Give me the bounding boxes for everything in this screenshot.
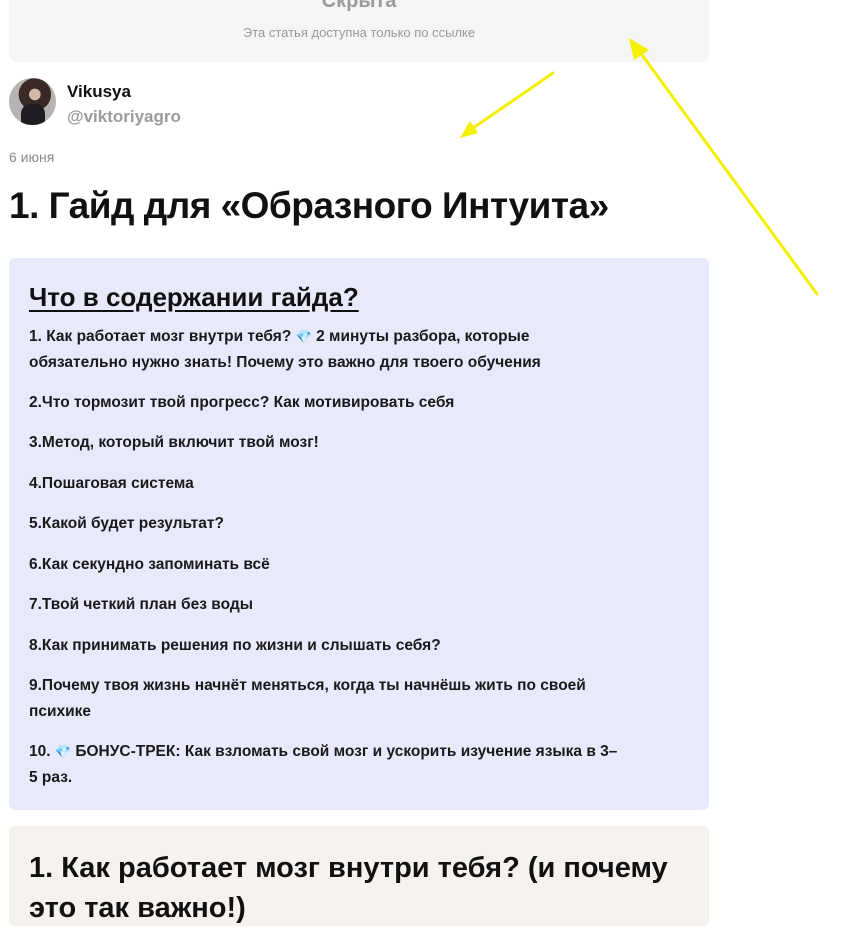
annotation-arrow-up bbox=[632, 42, 819, 296]
annotation-arrows bbox=[460, 38, 819, 296]
annotation-arrow-left bbox=[464, 71, 555, 135]
arrowhead-left-icon bbox=[460, 121, 478, 138]
arrowhead-up-icon bbox=[629, 38, 649, 60]
